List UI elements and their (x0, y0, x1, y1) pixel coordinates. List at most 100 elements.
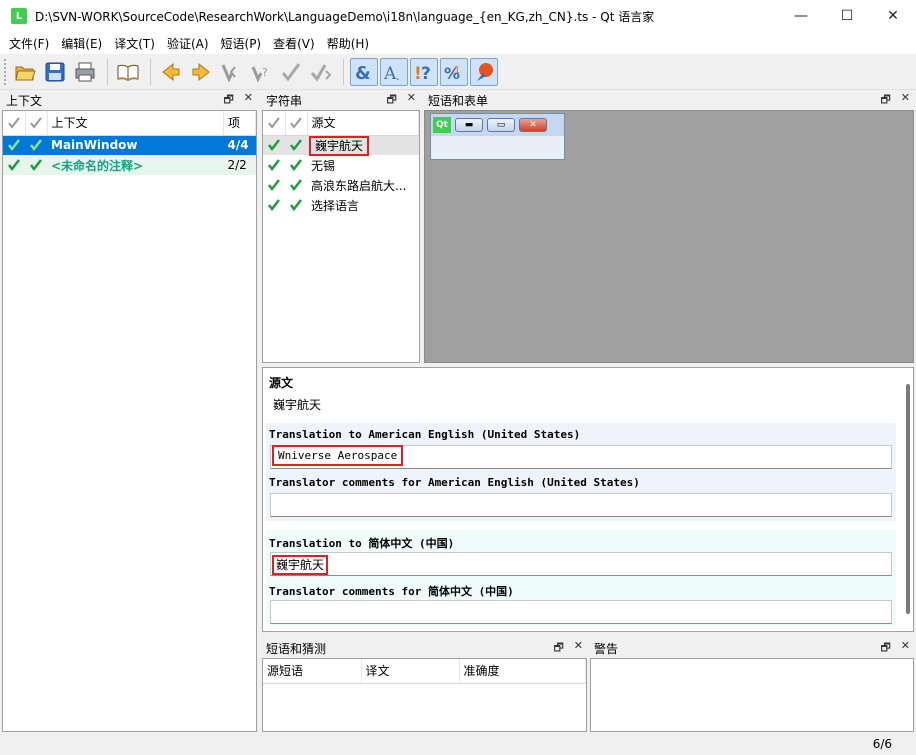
check-icon (30, 159, 42, 172)
progress-count: 6/6 (872, 737, 892, 751)
context-name: MainWindow (47, 135, 224, 155)
svg-text:A: A (383, 64, 397, 83)
svg-text:?: ? (421, 64, 431, 83)
app-icon: L (11, 8, 27, 24)
prev-icon[interactable] (157, 58, 185, 86)
phrases-guesses-list[interactable]: 源短语 译文 准确度 (262, 658, 587, 732)
menu-phrases[interactable]: 短语(P) (215, 35, 268, 52)
context-count: 4/4 (223, 135, 256, 155)
strings-pane-title: 字符串 (266, 93, 303, 108)
open-icon[interactable] (11, 58, 39, 86)
check-icon (290, 139, 302, 152)
form-preview-window[interactable]: Qt ▬ ▭ ✕ (430, 113, 565, 160)
toolbar: ? & A. !? % 1 (0, 54, 916, 90)
editor-scrollbar[interactable] (906, 384, 910, 614)
string-row[interactable]: 巍宇航天 (263, 135, 419, 156)
warnings-pane-title: 警告 (594, 641, 619, 656)
menu-bar: 文件(F) 编辑(E) 译文(T) 验证(A) 短语(P) 查看(V) 帮助(H… (0, 32, 916, 54)
menu-translation[interactable]: 译文(T) (108, 35, 161, 52)
phrases-forms-pane: 短语和表单 🗗 ✕ Qt ▬ ▭ ✕ (424, 90, 914, 363)
source-label: 源文 (269, 376, 294, 390)
toolbar-grip[interactable] (4, 58, 8, 85)
menu-validation[interactable]: 验证(A) (161, 35, 215, 52)
close-pane-icon[interactable]: ✕ (901, 639, 910, 658)
context-row[interactable]: MainWindow 4/4 (3, 135, 256, 155)
check-icon (268, 199, 280, 212)
translation-zh-field[interactable]: 巍宇航天 (270, 552, 892, 576)
maximize-button[interactable]: ☐ (824, 0, 870, 32)
translation-en-label: Translation to American English (United … (269, 428, 581, 441)
string-row[interactable]: 选择语言 (263, 195, 419, 215)
placemarker-check-icon[interactable]: % 1 (440, 57, 468, 86)
title-bar: L D:\SVN-WORK\SourceCode\ResearchWork\La… (0, 0, 916, 32)
preview-minimize-icon[interactable]: ▬ (455, 118, 483, 132)
done-icon[interactable] (277, 58, 305, 86)
context-list[interactable]: 上下文 项 MainWindow 4/4 <未命名的注释> 2/2 (2, 110, 257, 732)
source-phrase-column-header[interactable]: 源短语 (263, 659, 362, 684)
context-pane-title: 上下文 (6, 93, 43, 108)
warnings-pane: 警告 🗗 ✕ (590, 638, 914, 732)
print-icon[interactable] (71, 58, 99, 86)
menu-help[interactable]: 帮助(H) (321, 35, 375, 52)
window-title: D:\SVN-WORK\SourceCode\ResearchWork\Lang… (35, 9, 655, 24)
items-column-header[interactable]: 项 (223, 111, 256, 136)
string-source: 巍宇航天 (308, 135, 370, 156)
translation-zh-label: Translation to 简体中文 (中国) (269, 537, 455, 550)
close-pane-icon[interactable]: ✕ (244, 91, 253, 110)
menu-file[interactable]: 文件(F) (3, 35, 55, 52)
source-column-header[interactable]: 源文 (307, 111, 419, 136)
chinese-translation-block: Translation to 简体中文 (中国) 巍宇航天 Translator… (266, 530, 896, 626)
check-icon (290, 199, 302, 212)
strings-list[interactable]: 源文 巍宇航天 无锡 高浪东路启航大... 选择语言 (262, 110, 420, 363)
string-row[interactable]: 高浪东路启航大... (263, 175, 419, 195)
string-source: 选择语言 (311, 198, 360, 213)
finished-column-header[interactable] (25, 111, 48, 136)
comments-en-field[interactable] (270, 493, 892, 517)
close-pane-icon[interactable]: ✕ (901, 91, 910, 110)
float-icon[interactable]: 🗗 (223, 91, 233, 110)
float-icon[interactable]: 🗗 (553, 639, 563, 658)
context-row[interactable]: <未命名的注释> 2/2 (3, 155, 256, 175)
menu-view[interactable]: 查看(V) (267, 35, 321, 52)
translation-zh-value: 巍宇航天 (271, 555, 329, 575)
translation-column-header[interactable]: 译文 (361, 659, 460, 684)
translation-en-field[interactable]: Wniverse Aerospace (270, 445, 892, 469)
toolbar-separator (343, 58, 344, 85)
done-column-header[interactable] (3, 111, 26, 136)
phrases-forms-pane-header: 短语和表单 🗗 ✕ (424, 90, 914, 110)
menu-edit[interactable]: 编辑(E) (55, 35, 108, 52)
preview-maximize-icon[interactable]: ▭ (487, 118, 515, 132)
finished-column-header[interactable] (285, 111, 308, 136)
string-row[interactable]: 无锡 (263, 155, 419, 175)
prev-unfinished-icon[interactable] (217, 58, 245, 86)
surrounding-whitespace-icon[interactable] (470, 57, 498, 86)
context-column-header[interactable]: 上下文 (47, 111, 224, 136)
check-icon (8, 139, 20, 152)
next-icon[interactable] (187, 58, 215, 86)
minimize-button[interactable]: — (778, 0, 824, 32)
close-pane-icon[interactable]: ✕ (407, 91, 416, 110)
done-column-header[interactable] (263, 111, 286, 136)
phrasebook-icon[interactable] (114, 58, 142, 86)
string-source: 无锡 (311, 158, 336, 173)
phrase-check-icon[interactable]: !? (410, 57, 438, 86)
done-next-icon[interactable] (307, 58, 335, 86)
svg-text:1: 1 (454, 65, 460, 76)
next-unfinished-icon[interactable]: ? (247, 58, 275, 86)
phrases-guesses-pane-title: 短语和猜测 (266, 641, 327, 656)
float-icon[interactable]: 🗗 (880, 639, 890, 658)
close-button[interactable]: ✕ (870, 0, 916, 32)
preview-close-icon[interactable]: ✕ (519, 118, 547, 132)
accuracy-column-header[interactable]: 准确度 (459, 659, 586, 684)
qt-logo-icon: Qt (433, 117, 451, 133)
accelerator-check-icon[interactable]: & (350, 57, 378, 86)
float-icon[interactable]: 🗗 (386, 91, 396, 110)
float-icon[interactable]: 🗗 (880, 91, 890, 110)
punctuation-check-icon[interactable]: A. (380, 57, 408, 86)
context-pane: 上下文 🗗 ✕ 上下文 项 MainWindow 4/4 <未命名的注释> 2/2 (2, 90, 257, 732)
string-source: 高浪东路启航大... (311, 178, 407, 193)
check-icon (290, 179, 302, 192)
comments-zh-field[interactable] (270, 600, 892, 624)
close-pane-icon[interactable]: ✕ (574, 639, 583, 658)
save-icon[interactable] (41, 58, 69, 86)
